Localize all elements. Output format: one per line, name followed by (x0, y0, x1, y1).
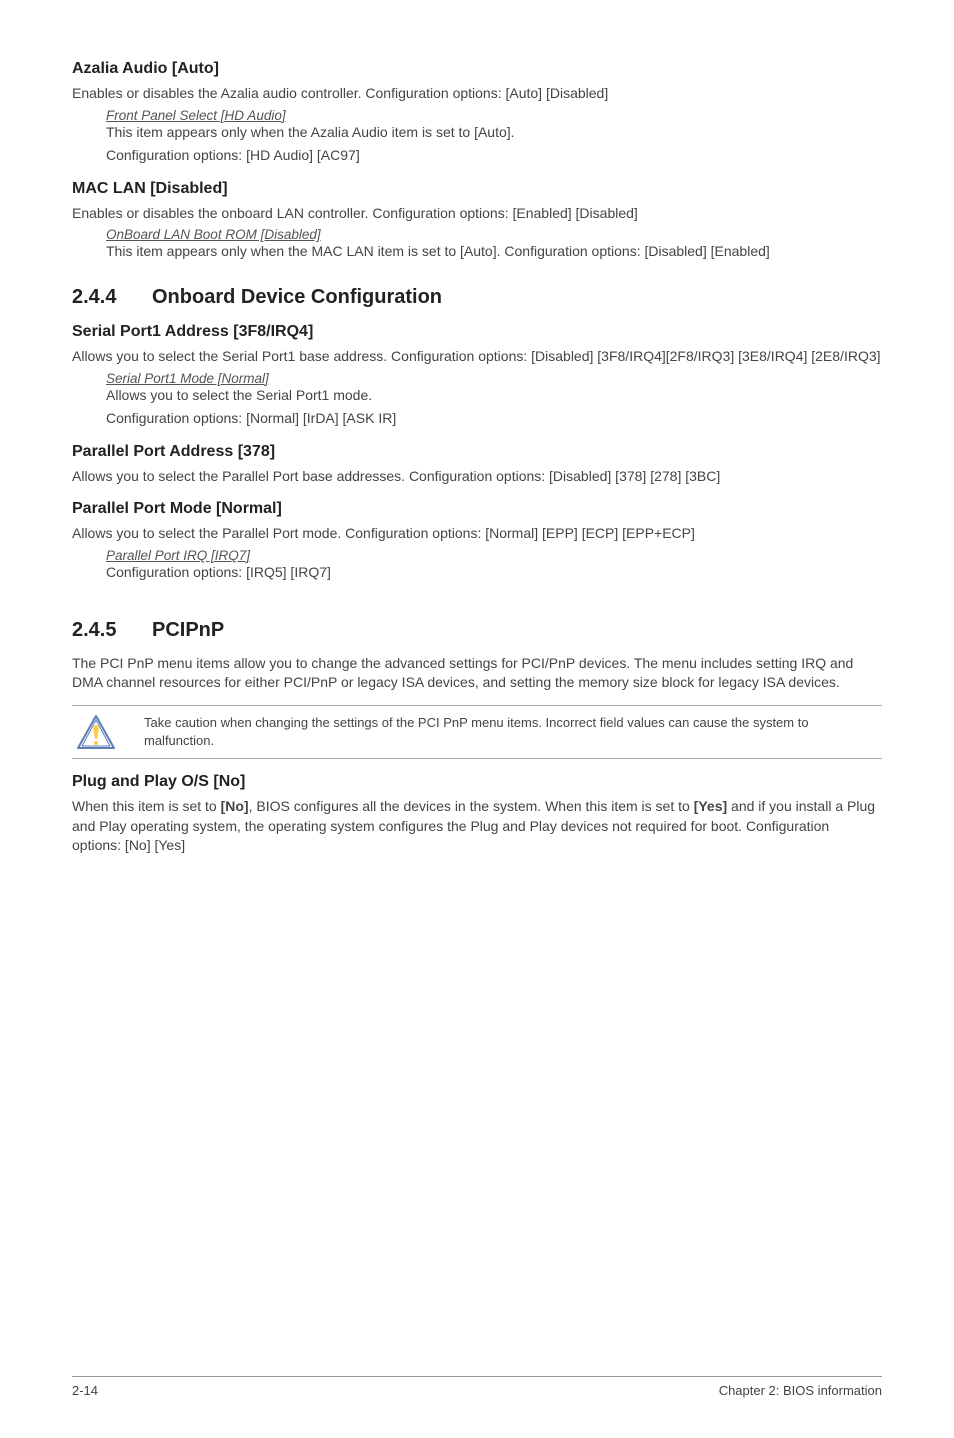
section-title-244: Onboard Device Configuration (152, 286, 442, 308)
text-parallel-addr-desc: Allows you to select the Parallel Port b… (72, 467, 882, 487)
text-serial-sub1: Allows you to select the Serial Port1 mo… (106, 386, 882, 406)
pp-yes-bold: [Yes] (694, 798, 727, 814)
page-number: 2-14 (72, 1383, 98, 1398)
text-serial-desc: Allows you to select the Serial Port1 ba… (72, 347, 882, 367)
heading-azalia-audio: Azalia Audio [Auto] (72, 60, 882, 78)
text-maclan-sub1: This item appears only when the MAC LAN … (106, 242, 882, 262)
heading-parallel-address: Parallel Port Address [378] (72, 443, 882, 461)
section-title-245: PCIPnP (152, 619, 224, 641)
pp-pre: When this item is set to (72, 798, 221, 814)
text-parallel-irq-sub: Configuration options: [IRQ5] [IRQ7] (106, 563, 882, 583)
heading-onboard-device-config: 2.4.4Onboard Device Configuration (72, 286, 882, 309)
chapter-label: Chapter 2: BIOS information (719, 1383, 882, 1398)
subheading-parallel-irq: Parallel Port IRQ [IRQ7] (106, 548, 882, 563)
text-serial-sub2: Configuration options: [Normal] [IrDA] [… (106, 409, 882, 429)
subheading-onboard-lan-boot: OnBoard LAN Boot ROM [Disabled] (106, 227, 882, 242)
pp-no-bold: [No] (221, 798, 249, 814)
caution-callout: Take caution when changing the settings … (72, 705, 882, 759)
caution-text: Take caution when changing the settings … (128, 714, 882, 750)
text-parallel-mode-desc: Allows you to select the Parallel Port m… (72, 524, 882, 544)
text-azalia-desc: Enables or disables the Azalia audio con… (72, 84, 882, 104)
page-footer: 2-14 Chapter 2: BIOS information (72, 1376, 882, 1398)
heading-plug-and-play: Plug and Play O/S [No] (72, 773, 882, 791)
text-plugplay-desc: When this item is set to [No], BIOS conf… (72, 797, 882, 856)
heading-pcipnp: 2.4.5PCIPnP (72, 619, 882, 642)
text-azalia-sub2: Configuration options: [HD Audio] [AC97] (106, 146, 882, 166)
heading-mac-lan: MAC LAN [Disabled] (72, 180, 882, 198)
caution-icon (72, 714, 128, 750)
subheading-front-panel: Front Panel Select [HD Audio] (106, 108, 882, 123)
text-maclan-desc: Enables or disables the onboard LAN cont… (72, 204, 882, 224)
heading-serial-port1: Serial Port1 Address [3F8/IRQ4] (72, 323, 882, 341)
pp-mid: , BIOS configures all the devices in the… (249, 798, 694, 814)
text-azalia-sub1: This item appears only when the Azalia A… (106, 123, 882, 143)
subheading-serial-mode: Serial Port1 Mode [Normal] (106, 371, 882, 386)
section-number-245: 2.4.5 (72, 619, 152, 642)
heading-parallel-mode: Parallel Port Mode [Normal] (72, 500, 882, 518)
text-pcipnp-desc: The PCI PnP menu items allow you to chan… (72, 654, 882, 693)
section-number-244: 2.4.4 (72, 286, 152, 309)
